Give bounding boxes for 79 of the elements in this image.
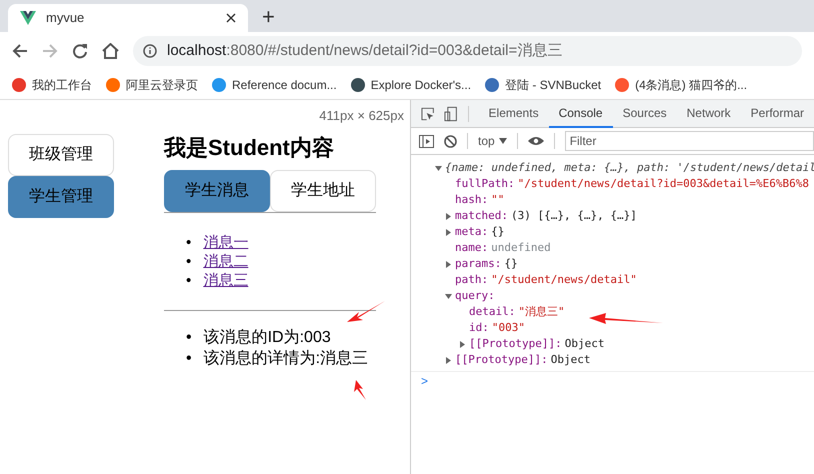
tab-title: myvue	[46, 9, 86, 28]
browser-tab[interactable]: myvue	[8, 4, 248, 32]
devtools-tab[interactable]: Elements	[478, 100, 549, 128]
property-value: "/student/news/detail?id=003&detail=%E6%B6%8	[518, 176, 810, 192]
property-key: matched:	[455, 208, 508, 224]
v-logo-icon	[20, 11, 36, 25]
caret-icon	[498, 138, 507, 144]
console-prompt[interactable]: >	[411, 372, 814, 390]
property-value: "/student/news/detail"	[491, 272, 637, 288]
bookmark[interactable]: 登陆 - SVNBucket	[485, 76, 602, 94]
property-value: undefined	[491, 240, 551, 256]
expanded-triangle-icon[interactable]	[435, 164, 442, 172]
collapsed-triangle-icon[interactable]	[445, 260, 452, 268]
back-arrow-icon[interactable]	[12, 43, 28, 59]
detail-text: 该消息的详情为:消息三	[204, 348, 368, 368]
annotation-arrow	[354, 380, 366, 400]
info-icon[interactable]	[143, 44, 157, 58]
property-value: {}	[491, 224, 504, 240]
devtools-tab[interactable]: Sources	[612, 100, 677, 128]
collapsed-triangle-icon[interactable]	[445, 212, 452, 220]
property-value: Object	[564, 336, 604, 352]
message-link[interactable]: 消息一	[203, 232, 248, 252]
bullet: •	[186, 232, 192, 252]
collapsed-triangle-icon[interactable]	[445, 228, 452, 236]
annotation-arrow	[347, 301, 385, 323]
property-value: ""	[491, 192, 504, 208]
sidebar-toggle-icon[interactable]	[419, 134, 434, 148]
property-key: [[Prototype]]:	[455, 352, 548, 368]
property-value: Object	[550, 352, 590, 368]
bookmark[interactable]: (4条消息) 猫四爷的...	[615, 76, 748, 94]
property-key: meta:	[455, 224, 488, 240]
devtools-tab[interactable]: Network	[676, 100, 741, 128]
tab[interactable]: 学生消息	[164, 170, 270, 212]
devtools-tab[interactable]: Console	[548, 100, 613, 128]
bullet: •	[186, 270, 192, 290]
context-selector[interactable]: top	[478, 132, 507, 150]
property-value: "003"	[492, 320, 525, 336]
device-toolbar-icon[interactable]	[444, 106, 458, 122]
sidebar-item[interactable]: 学生管理	[8, 176, 114, 218]
bookmark[interactable]: Explore Docker's...	[350, 76, 472, 94]
property-key: fullPath:	[455, 176, 515, 192]
reload-icon[interactable]	[72, 43, 88, 59]
inspect-icon[interactable]	[421, 106, 434, 120]
expanded-triangle-icon[interactable]	[445, 292, 452, 300]
home-icon[interactable]	[102, 43, 119, 59]
bookmark[interactable]: Reference docum...	[212, 76, 337, 94]
sidebar-item[interactable]: 班级管理	[8, 134, 114, 176]
close-icon[interactable]	[226, 13, 236, 23]
filter-field[interactable]: Filter	[564, 131, 814, 151]
message-link[interactable]: 消息二	[203, 252, 248, 270]
property-value: "消息三"	[518, 304, 565, 320]
property-key: path:	[455, 272, 488, 288]
detail-text: 该消息的ID为:003	[204, 328, 331, 348]
bookmark[interactable]: 阿里云登录页	[106, 76, 198, 94]
message-link[interactable]: 消息三	[203, 270, 248, 290]
page-heading: 我是Student内容	[164, 134, 335, 162]
tab[interactable]: 学生地址	[270, 170, 376, 212]
bullet: •	[186, 328, 192, 348]
devtools-tab[interactable]: Performar	[740, 100, 814, 128]
viewport-size-label: 411px × 625px	[319, 107, 404, 125]
property-key: [[Prototype]]:	[469, 336, 562, 352]
address-bar[interactable]: localhost:8080/#/student/news/detail?id=003&detail=消息三	[133, 36, 802, 66]
collapsed-triangle-icon[interactable]	[445, 356, 452, 364]
clear-console-icon[interactable]	[444, 134, 457, 148]
url-text: localhost:8080/#/student/news/detail?id=003&detail=消息三	[167, 40, 562, 61]
property-key: query:	[455, 288, 495, 304]
property-value: {}	[504, 256, 518, 272]
bullet: •	[186, 252, 192, 270]
property-key: detail:	[469, 304, 516, 320]
property-value: (3) [{…}, {…}, {…}]	[510, 208, 637, 224]
property-key: name:	[455, 240, 488, 256]
property-key: hash:	[455, 192, 488, 208]
eye-icon[interactable]	[528, 136, 544, 146]
property-key: id:	[469, 320, 489, 336]
new-tab-button[interactable]: +	[262, 6, 275, 28]
bullet: •	[186, 348, 192, 368]
bookmark[interactable]: 我的工作台	[12, 76, 92, 94]
collapsed-triangle-icon[interactable]	[459, 340, 466, 348]
property-key: params:	[455, 256, 502, 272]
